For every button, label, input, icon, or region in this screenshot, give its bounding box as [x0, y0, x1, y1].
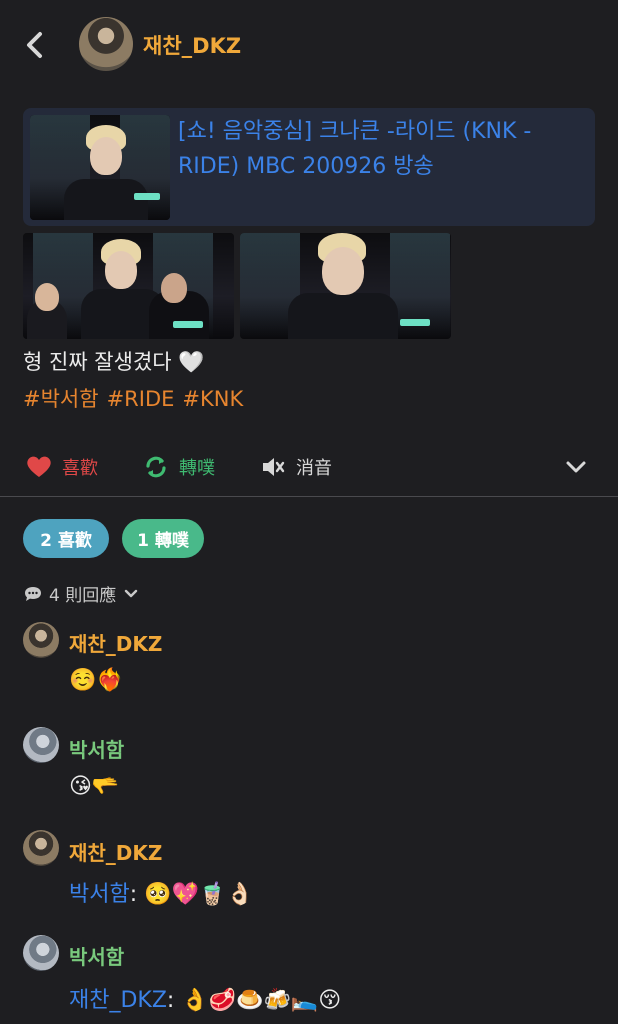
- comment-text: : 👌🥩🍮🍻🛌😚: [166, 988, 342, 1013]
- back-button[interactable]: [18, 26, 52, 64]
- chevron-down-icon: [125, 589, 138, 597]
- commenter-avatar[interactable]: [23, 622, 59, 658]
- comment-text: 😘🫳: [69, 774, 120, 799]
- author-name[interactable]: 재찬_DKZ: [143, 30, 241, 60]
- more-options-button[interactable]: [564, 455, 588, 479]
- commenter-avatar[interactable]: [23, 935, 59, 971]
- hashtag-link[interactable]: #KNK: [182, 387, 243, 411]
- divider: [0, 496, 618, 497]
- reposts-count-pill[interactable]: 1 轉噗: [122, 519, 204, 558]
- speech-bubble-icon: [25, 586, 41, 601]
- commenter-name[interactable]: 재찬_DKZ: [69, 628, 162, 657]
- comment-text: ☺️❤️‍🔥: [69, 668, 124, 693]
- commenter-name[interactable]: 박서함: [69, 941, 124, 970]
- mention-link[interactable]: 박서함: [69, 882, 130, 907]
- link-thumbnail: [30, 115, 170, 220]
- commenter-avatar[interactable]: [23, 830, 59, 866]
- mention-link[interactable]: 재찬_DKZ: [69, 988, 167, 1013]
- repost-arrows-icon: [146, 456, 166, 478]
- link-title[interactable]: [쇼! 음악중심] 크나큰 -라이드 (KNK -RIDE) MBC 20092…: [178, 114, 578, 184]
- comment-body: 😘🫳: [69, 774, 119, 799]
- post-text: 형 진짜 잘생겼다 🤍: [23, 350, 205, 374]
- heart-icon: [27, 456, 51, 477]
- post-photo-1[interactable]: [23, 233, 234, 339]
- post-photo-2[interactable]: [240, 233, 451, 339]
- post-header: 재찬_DKZ: [0, 0, 618, 92]
- repost-button[interactable]: 轉噗: [143, 452, 215, 482]
- speaker-mute-icon: [263, 458, 285, 476]
- likes-count-pill[interactable]: 2 喜歡: [23, 519, 109, 558]
- mute-button[interactable]: 消音: [260, 452, 332, 482]
- like-label: 喜歡: [62, 458, 98, 479]
- comment-body: 재찬_DKZ: 👌🥩🍮🍻🛌😚: [69, 982, 341, 1014]
- like-button[interactable]: 喜歡: [26, 452, 98, 482]
- commenter-avatar[interactable]: [23, 727, 59, 763]
- hashtags: #박서함 #RIDE #KNK: [23, 383, 251, 413]
- mute-label: 消音: [296, 458, 332, 479]
- replies-toggle[interactable]: 4 則回應: [23, 581, 140, 606]
- commenter-name[interactable]: 박서함: [69, 734, 124, 763]
- chevron-left-icon: [27, 32, 42, 58]
- hashtag-link[interactable]: #RIDE: [107, 387, 175, 411]
- comment-body: ☺️❤️‍🔥: [69, 668, 124, 693]
- hashtag-link[interactable]: #박서함: [23, 387, 99, 411]
- replies-count: 4 則回應: [49, 586, 117, 606]
- plurk-post-page: 재찬_DKZ [쇼! 음악중심] 크나큰 -라이드 (KNK -RIDE) MB…: [0, 0, 618, 1024]
- comment-text: : 🥺💖🧋👌🏻: [129, 882, 254, 907]
- comment-body: 박서함: 🥺💖🧋👌🏻: [69, 876, 254, 908]
- author-avatar[interactable]: [79, 17, 133, 71]
- repost-label: 轉噗: [179, 458, 215, 479]
- commenter-name[interactable]: 재찬_DKZ: [69, 837, 162, 866]
- chevron-down-icon: [566, 461, 586, 473]
- link-preview-card[interactable]: [쇼! 음악중심] 크나큰 -라이드 (KNK -RIDE) MBC 20092…: [23, 108, 595, 226]
